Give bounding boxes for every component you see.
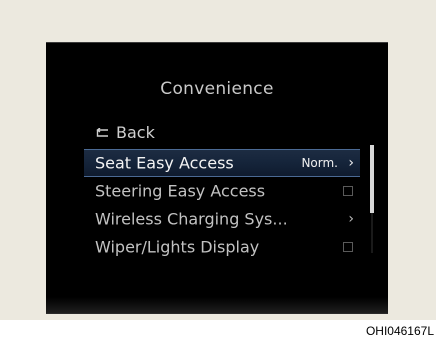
menu-item-value: Norm. (301, 156, 338, 170)
menu-item-seat-easy-access[interactable]: Seat Easy Access Norm. › (84, 149, 360, 177)
chevron-right-icon: › (348, 211, 354, 227)
illustration-frame: Convenience Back Seat Easy Access Norm. … (0, 0, 436, 320)
checkbox-unchecked[interactable] (343, 242, 353, 252)
menu-item-wireless-charging[interactable]: Wireless Charging Sys... › (84, 206, 360, 232)
menu-item-label: Wireless Charging Sys... (95, 209, 288, 229)
menu-item-label: Seat Easy Access (95, 153, 234, 173)
scrollbar-thumb[interactable] (370, 145, 374, 213)
chevron-right-icon: › (348, 155, 354, 171)
checkbox-unchecked[interactable] (343, 186, 353, 196)
menu-item-wiper-lights-display[interactable]: Wiper/Lights Display (84, 234, 360, 260)
figure-code: OHI046167L (365, 324, 434, 338)
cluster-display: Convenience Back Seat Easy Access Norm. … (46, 42, 388, 314)
menu-item-label: Steering Easy Access (95, 181, 266, 201)
back-label: Back (116, 123, 155, 142)
screen-bezel-shade (46, 297, 388, 313)
menu-item-steering-easy-access[interactable]: Steering Easy Access (84, 178, 360, 204)
back-arrow-icon (95, 126, 110, 138)
back-button[interactable]: Back (95, 123, 155, 142)
menu-title: Convenience (160, 79, 274, 99)
menu-item-label: Wiper/Lights Display (95, 237, 260, 257)
